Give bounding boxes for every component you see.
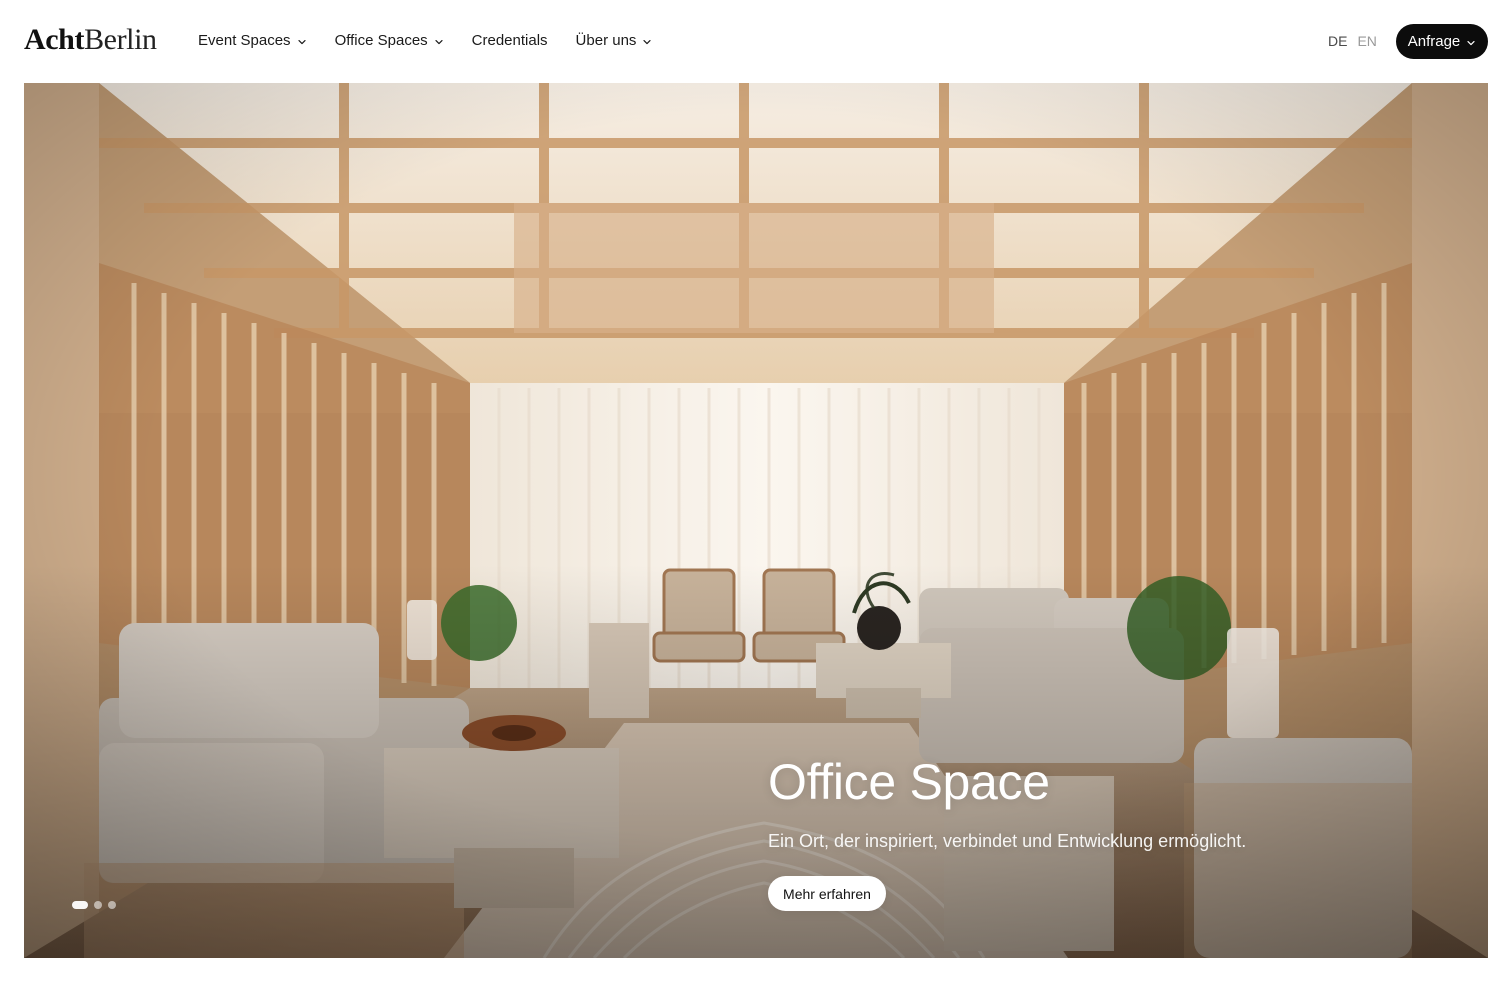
chevron-down-icon [643, 40, 652, 45]
primary-nav: Event Spaces Office Spaces Credentials Ü… [198, 31, 652, 51]
mehr-erfahren-label: Mehr erfahren [783, 885, 871, 902]
nav-label-ueber-uns: Über uns [575, 32, 637, 49]
nav-item-office-spaces[interactable]: Office Spaces [335, 31, 444, 51]
hero-title: Office Space [768, 754, 1050, 810]
language-en[interactable]: EN [1357, 32, 1376, 50]
nav-label-event-spaces: Event Spaces [198, 32, 291, 49]
chevron-down-icon [1467, 40, 1475, 45]
anfrage-button[interactable]: Anfrage [1396, 24, 1488, 59]
nav-item-credentials[interactable]: Credentials [472, 31, 548, 51]
nav-label-credentials: Credentials [471, 32, 548, 49]
hero-copy: Office Space Ein Ort, der inspiriert, ve… [768, 753, 1418, 911]
carousel-dots [72, 901, 116, 909]
language-de[interactable]: DE [1328, 32, 1347, 50]
chevron-down-icon [297, 40, 306, 45]
chevron-down-icon [435, 40, 443, 45]
logo-regular: Berlin [84, 23, 157, 56]
language-switcher: DE EN [1328, 32, 1377, 50]
anfrage-label: Anfrage [1407, 32, 1461, 50]
nav-label-office-spaces: Office Spaces [334, 32, 428, 49]
site-header: AchtBerlin Event Spaces Office Spaces Cr… [0, 0, 1512, 82]
hero-slider: Office Space Ein Ort, der inspiriert, ve… [24, 83, 1488, 958]
nav-item-ueber-uns[interactable]: Über uns [576, 31, 653, 51]
hero-subtitle: Ein Ort, der inspiriert, verbindet und E… [768, 831, 1247, 851]
carousel-dot-3[interactable] [108, 901, 116, 909]
carousel-dot-1[interactable] [72, 901, 88, 909]
carousel-dot-2[interactable] [94, 901, 102, 909]
logo-bold: Acht [24, 23, 85, 56]
mehr-erfahren-button[interactable]: Mehr erfahren [768, 876, 886, 911]
nav-item-event-spaces[interactable]: Event Spaces [198, 31, 307, 51]
site-logo[interactable]: AchtBerlin [24, 22, 157, 58]
